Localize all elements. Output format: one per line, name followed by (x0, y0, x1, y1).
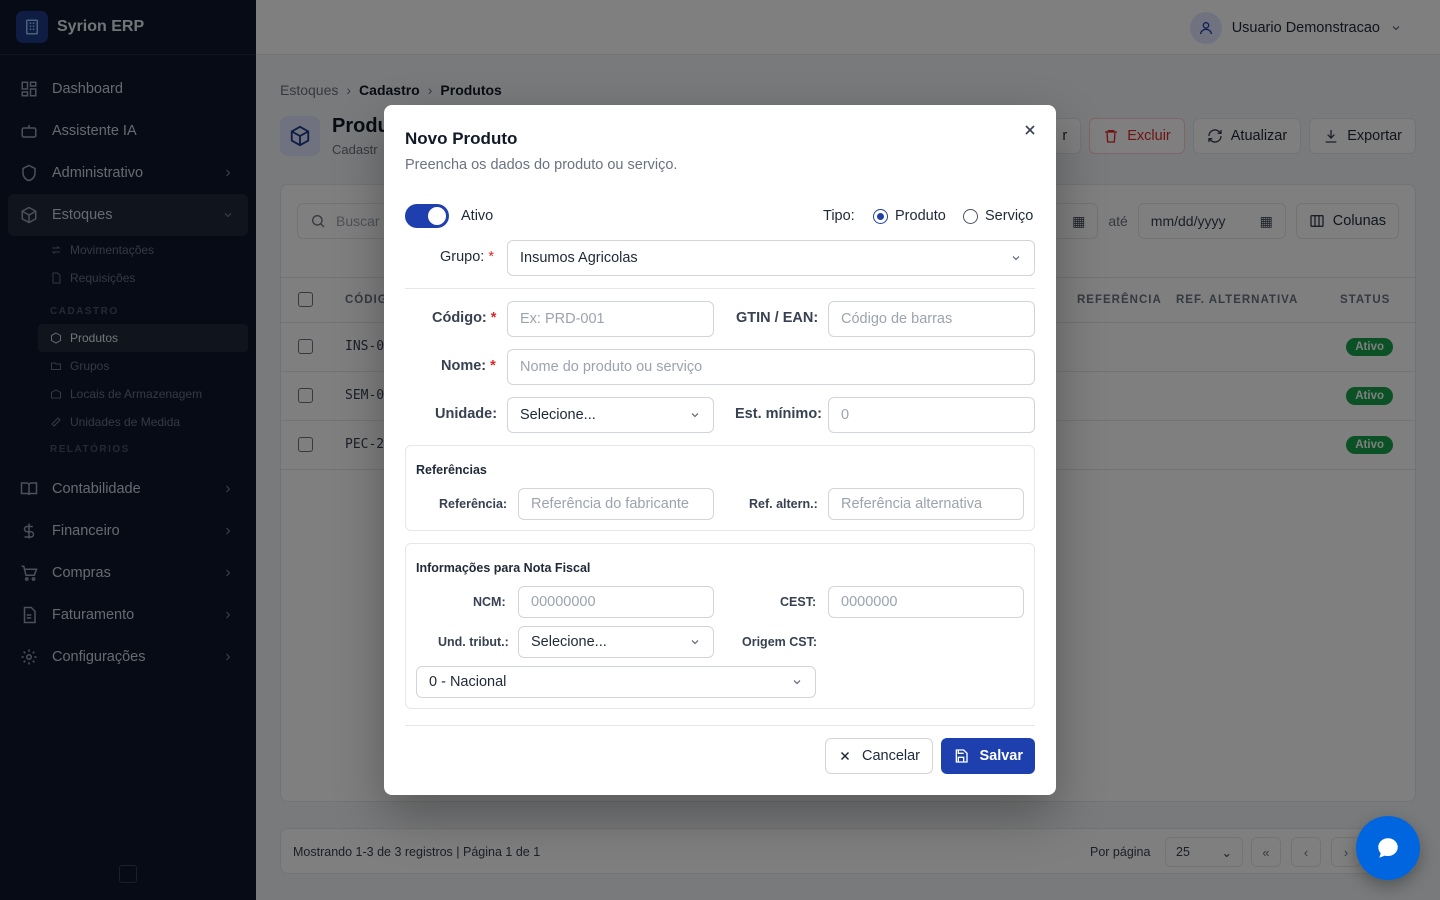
chevron-down-icon (793, 680, 801, 685)
ncm-input[interactable]: 00000000 (518, 586, 714, 618)
gtin-label: GTIN / EAN: (736, 310, 819, 326)
cancel-button[interactable]: Cancelar (824, 738, 933, 774)
est-minimo-input[interactable]: 0 (828, 397, 1035, 433)
dialog-title: Novo Produto (405, 129, 518, 148)
save-button[interactable]: Salvar (941, 738, 1035, 774)
chat-bubble-icon (1378, 838, 1398, 858)
grupo-select[interactable]: Insumos Agricolas (507, 240, 1035, 276)
close-icon (840, 751, 849, 761)
radio-servico-label[interactable]: Serviço (985, 208, 1033, 224)
toggle-knob (428, 207, 446, 225)
nome-input[interactable]: Nome do produto ou serviço (507, 349, 1035, 385)
referencias-title: Referências (416, 463, 487, 477)
save-icon (956, 749, 969, 763)
unidade-select[interactable]: Selecione... (507, 397, 714, 433)
chat-button[interactable] (1356, 816, 1420, 880)
required-mark: * (490, 310, 497, 326)
referencia-input[interactable]: Referência do fabricante (518, 488, 714, 520)
grupo-label: Grupo: * (440, 249, 494, 265)
nota-fiscal-title: Informações para Nota Fiscal (416, 561, 591, 575)
nota-fiscal-section: Informações para Nota Fiscal NCM: 000000… (405, 543, 1035, 709)
und-tribut-select[interactable]: Selecione... (518, 626, 714, 658)
radio-produto-label[interactable]: Produto (895, 208, 946, 224)
est-minimo-label: Est. mínimo: (735, 406, 823, 422)
radio-servico[interactable] (963, 209, 978, 224)
radio-produto[interactable] (873, 209, 888, 224)
codigo-input[interactable]: Ex: PRD-001 (507, 301, 714, 337)
und-tribut-label: Und. tribut.: (438, 635, 509, 649)
origem-cst-select[interactable]: 0 - Nacional (416, 666, 816, 698)
codigo-label: Código: * (432, 310, 497, 326)
ncm-label: NCM: (473, 595, 506, 609)
cest-input[interactable]: 0000000 (828, 586, 1024, 618)
dialog-description: Preencha os dados do produto ou serviço. (405, 157, 678, 173)
required-mark: * (488, 249, 494, 265)
divider (405, 725, 1035, 726)
active-toggle[interactable] (405, 204, 449, 228)
close-icon[interactable] (1022, 122, 1038, 138)
cest-label: CEST: (780, 595, 817, 609)
chevron-down-icon (1012, 256, 1020, 261)
origem-cst-label: Origem CST: (742, 635, 818, 649)
nome-label: Nome: * (441, 358, 496, 374)
required-mark: * (490, 358, 496, 374)
tipo-label: Tipo: (823, 208, 855, 224)
ref-alternativa-input[interactable]: Referência alternativa (828, 488, 1024, 520)
referencia-label: Referência: (439, 497, 508, 511)
new-product-dialog: Novo Produto Preencha os dados do produt… (384, 105, 1056, 795)
divider (405, 288, 1035, 289)
gtin-input[interactable]: Código de barras (828, 301, 1035, 337)
active-label: Ativo (461, 208, 494, 224)
unidade-label: Unidade: (435, 406, 498, 422)
referencias-section: Referências Referência: Referência do fa… (405, 445, 1035, 531)
chevron-down-icon (691, 413, 699, 418)
ref-alternativa-label: Ref. altern.: (749, 497, 818, 511)
chevron-down-icon (691, 640, 699, 645)
